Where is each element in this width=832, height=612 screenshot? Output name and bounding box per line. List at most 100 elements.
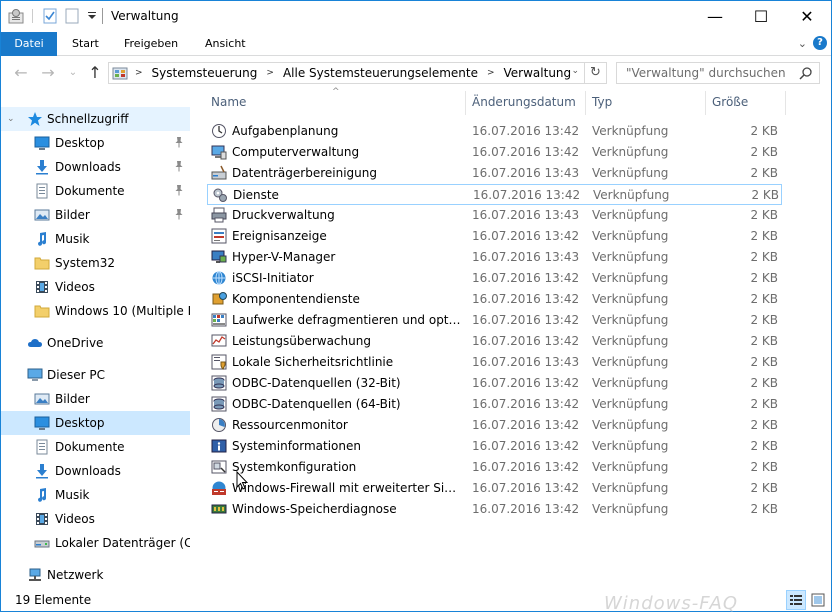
file-row[interactable]: Computerverwaltung 16.07.2016 13:42 Verknü…	[207, 142, 782, 163]
tab-start[interactable]: Start	[60, 32, 111, 56]
file-row[interactable]: Windows-Speicherdiagnose 16.07.2016 13:42…	[207, 499, 782, 520]
breadcrumb-separator-icon[interactable]: >	[487, 68, 495, 78]
customize-dropdown-icon[interactable]	[84, 8, 100, 24]
tab-freigeben[interactable]: Freigeben	[112, 32, 190, 56]
ribbon-expand-icon[interactable]: ⌄	[798, 37, 807, 50]
minimize-button[interactable]: —	[692, 1, 738, 32]
breadcrumb-systemsteuerung[interactable]: Systemsteuerung	[152, 66, 258, 80]
back-button[interactable]: ←	[11, 63, 31, 83]
column-divider[interactable]	[705, 91, 706, 115]
sidebar-item-bilder[interactable]: Bilder	[1, 203, 190, 227]
breadcrumb-separator-icon[interactable]: >	[266, 68, 274, 78]
file-type: Verknüpfung	[592, 208, 669, 222]
folder-icon	[34, 305, 50, 318]
file-size: 2 KB	[750, 145, 778, 159]
forward-button[interactable]: →	[38, 63, 58, 83]
pin-icon[interactable]	[174, 184, 184, 199]
file-size: 2 KB	[750, 313, 778, 327]
column-header-type[interactable]: Typ	[592, 95, 612, 109]
column-header-size[interactable]: Größe	[712, 95, 748, 109]
column-divider[interactable]	[465, 91, 466, 115]
tab-datei[interactable]: Datei	[1, 32, 57, 56]
file-size: 2 KB	[750, 376, 778, 390]
tab-ansicht[interactable]: Ansicht	[193, 32, 258, 56]
sidebar-item-pc-videos[interactable]: Videos	[1, 507, 190, 531]
sidebar-item-windows-10-multiple-edi[interactable]: Windows 10 (Multiple Edi	[1, 299, 190, 323]
sidebar-item-pc-bilder[interactable]: Bilder	[1, 387, 190, 411]
file-name: Laufwerke defragmentieren und optimier..…	[232, 313, 462, 327]
tiles-view-button[interactable]	[808, 590, 828, 610]
sidebar-item-pc-downloads[interactable]: Downloads	[1, 459, 190, 483]
column-header-date[interactable]: Änderungsdatum	[472, 95, 576, 109]
sidebar-item-desktop[interactable]: Desktop	[1, 131, 190, 155]
search-box[interactable]: "Verwaltung" durchsuchen	[616, 62, 820, 84]
sidebar-item-pc-desktop[interactable]: Desktop	[1, 411, 190, 435]
new-folder-icon[interactable]	[64, 8, 80, 24]
file-row[interactable]: Hyper-V-Manager 16.07.2016 13:43 Verknüpfu…	[207, 247, 782, 268]
desktop-icon	[34, 416, 50, 430]
file-row[interactable]: Aufgabenplanung 16.07.2016 13:42 Verknüpfu…	[207, 121, 782, 142]
iscsi-icon	[212, 271, 226, 285]
file-name: ODBC-Datenquellen (64-Bit)	[232, 397, 401, 411]
sidebar-item-schnellzugriff[interactable]: ⌄ Schnellzugriff	[1, 107, 190, 131]
file-row[interactable]: Lokale Sicherheitsrichtlinie 16.07.2016 1…	[207, 352, 782, 373]
refresh-button[interactable]: ↻	[584, 63, 606, 83]
sidebar-item-pc-musik[interactable]: Musik	[1, 483, 190, 507]
sidebar-item-pc-lokaler-datentr-ger-c[interactable]: Lokaler Datenträger (C:)	[1, 531, 190, 555]
file-row[interactable]: Windows-Firewall mit erweiterter Sicherh…	[207, 478, 782, 499]
breadcrumb-verwaltung[interactable]: Verwaltung	[504, 66, 572, 80]
sidebar-item-dokumente[interactable]: Dokumente	[1, 179, 190, 203]
sidebar-item-label: Musik	[55, 488, 90, 502]
file-row[interactable]: Dienste 16.07.2016 13:42 Verknüpfung 2 KB	[207, 184, 782, 205]
search-icon[interactable]	[799, 66, 813, 80]
file-row[interactable]: ODBC-Datenquellen (64-Bit) 16.07.2016 13:…	[207, 394, 782, 415]
up-button[interactable]: ↑	[85, 63, 105, 83]
file-size: 2 KB	[750, 481, 778, 495]
file-size: 2 KB	[751, 188, 779, 202]
collapse-chevron-icon[interactable]: ⌄	[7, 114, 15, 124]
file-row[interactable]: ODBC-Datenquellen (32-Bit) 16.07.2016 13:…	[207, 373, 782, 394]
file-row[interactable]: Laufwerke defragmentieren und optimier..…	[207, 310, 782, 331]
pin-icon[interactable]	[174, 208, 184, 223]
pin-icon[interactable]	[174, 136, 184, 151]
details-view-icon	[790, 595, 802, 605]
file-row[interactable]: iSCSI-Initiator 16.07.2016 13:42 Verknüpfu…	[207, 268, 782, 289]
sidebar-item-label: Downloads	[55, 160, 121, 174]
sidebar-item-system32[interactable]: System32	[1, 251, 190, 275]
column-divider[interactable]	[585, 91, 586, 115]
file-row[interactable]: Ereignisanzeige 16.07.2016 13:42 Verknüpfu…	[207, 226, 782, 247]
sidebar-item-pc-dokumente[interactable]: Dokumente	[1, 435, 190, 459]
sidebar-item-onedrive[interactable]: OneDrive	[1, 331, 190, 355]
details-view-button[interactable]	[786, 590, 806, 610]
sidebar-item-dieser-pc[interactable]: Dieser PC	[1, 363, 190, 387]
breadcrumb-separator-icon[interactable]: >	[135, 68, 143, 78]
pin-icon[interactable]	[174, 160, 184, 175]
file-size: 2 KB	[750, 460, 778, 474]
file-date: 16.07.2016 13:42	[472, 124, 580, 138]
recent-locations-button[interactable]: ⌄	[63, 63, 83, 83]
sort-ascending-icon: ^	[332, 87, 340, 97]
file-row[interactable]: Leistungsüberwachung 16.07.2016 13:42 Verk…	[207, 331, 782, 352]
file-row[interactable]: Datenträgerbereinigung 16.07.2016 13:43 Ve…	[207, 163, 782, 184]
file-row[interactable]: Komponentendienste 16.07.2016 13:42 Verknü…	[207, 289, 782, 310]
column-header-name[interactable]: Name	[211, 95, 246, 109]
sidebar-item-videos[interactable]: Videos	[1, 275, 190, 299]
sidebar-item-musik[interactable]: Musik	[1, 227, 190, 251]
file-row[interactable]: Ressourcenmonitor 16.07.2016 13:42 Verknüp…	[207, 415, 782, 436]
file-name: Hyper-V-Manager	[232, 250, 336, 264]
sidebar-item-downloads[interactable]: Downloads	[1, 155, 190, 179]
file-row[interactable]: Systeminformationen 16.07.2016 13:42 Verkn…	[207, 436, 782, 457]
close-button[interactable]: ✕	[784, 1, 830, 32]
column-divider[interactable]	[785, 91, 786, 115]
computer-management-icon	[211, 145, 227, 160]
file-row[interactable]: Systemkonfiguration 16.07.2016 13:42 Verkn…	[207, 457, 782, 478]
sidebar-item-netzwerk[interactable]: Netzwerk	[1, 563, 190, 587]
maximize-button[interactable]: ☐	[738, 1, 784, 32]
address-history-dropdown[interactable]: ⌄	[571, 66, 579, 76]
help-icon[interactable]: ?	[813, 36, 827, 50]
checkmark-doc-icon[interactable]	[42, 8, 58, 24]
file-row[interactable]: Druckverwaltung 16.07.2016 13:43 Verknüpfu…	[207, 205, 782, 226]
breadcrumb-alle-elemente[interactable]: Alle Systemsteuerungselemente	[283, 66, 478, 80]
address-bar[interactable]: > Systemsteuerung > Alle Systemsteuerung…	[108, 62, 607, 84]
properties-icon[interactable]	[8, 8, 24, 24]
